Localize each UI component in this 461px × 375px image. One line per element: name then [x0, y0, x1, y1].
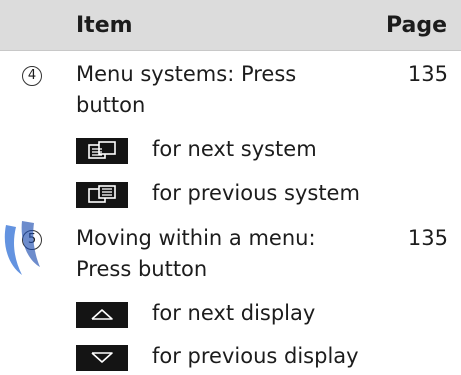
header-page: Page — [385, 13, 447, 38]
sub-label-previous-display: for previous display — [152, 344, 359, 368]
item-text-5-line1: Moving within a menu: — [76, 226, 316, 250]
previous-system-icon — [76, 182, 128, 208]
watermark-logo-icon — [4, 221, 40, 275]
item-text-4-line1: Menu systems: Press — [76, 62, 297, 86]
sub-label-next-display: for next display — [152, 301, 316, 325]
table-header: Item Page — [0, 0, 461, 51]
item-text-5-line2: Press button — [76, 257, 208, 281]
up-arrow-icon — [76, 302, 128, 328]
next-system-icon — [76, 138, 128, 164]
item-number-4: 4 — [22, 66, 42, 86]
item-text-4-line2: button — [76, 93, 146, 117]
sub-label-next-system: for next system — [152, 137, 317, 161]
sub-label-previous-system: for previous system — [152, 181, 360, 205]
down-arrow-icon — [76, 345, 128, 371]
page-number-5: 135 — [407, 226, 448, 250]
header-item: Item — [76, 13, 133, 38]
page-number-4: 135 — [407, 62, 448, 86]
